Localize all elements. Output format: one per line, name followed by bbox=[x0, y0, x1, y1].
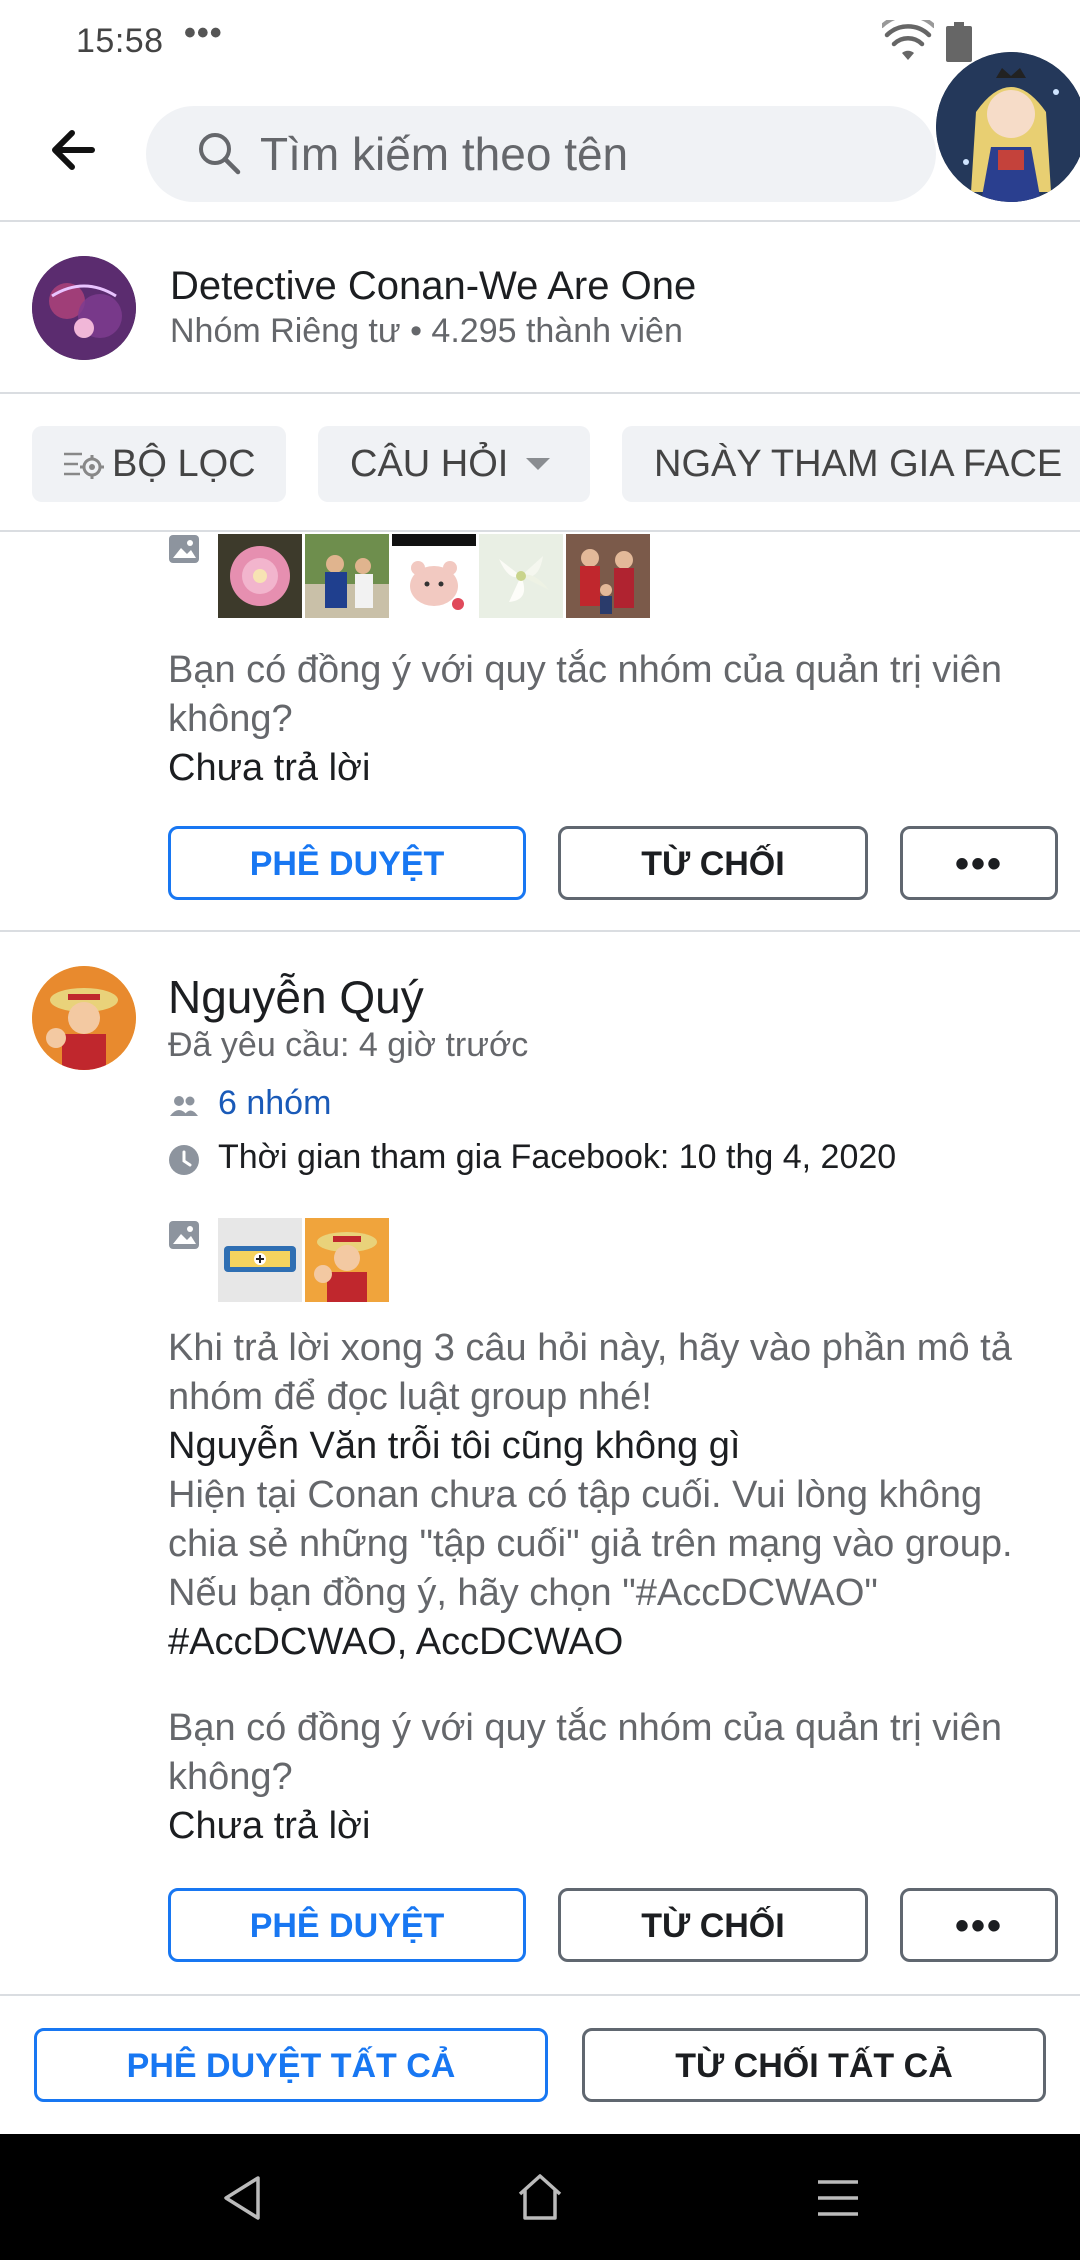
search-input[interactable] bbox=[260, 106, 900, 202]
profile-avatar[interactable] bbox=[936, 52, 1080, 202]
request-answer: #AccDCWAO, AccDCWAO bbox=[168, 1621, 624, 1663]
photo-thumbnail[interactable] bbox=[566, 534, 650, 618]
joined-facebook-date: Thời gian tham gia Facebook: 10 thg 4, 2… bbox=[218, 1138, 897, 1176]
photo-thumbnail[interactable] bbox=[218, 534, 302, 618]
photo-thumbnail[interactable] bbox=[392, 534, 476, 618]
filter-settings-icon bbox=[64, 452, 104, 479]
approve-all-button[interactable]: PHÊ DUYỆT TẤT CẢ bbox=[34, 2028, 548, 2102]
decline-button[interactable]: TỪ CHỐI bbox=[558, 826, 868, 900]
request-answer: Chưa trả lời bbox=[168, 747, 371, 789]
more-options-button[interactable]: ••• bbox=[900, 1888, 1058, 1962]
request-card: Nguyễn Quý Đã yêu cầu: 4 giờ trước 6 nhó… bbox=[0, 934, 1080, 1994]
photo-thumbnail[interactable] bbox=[479, 534, 563, 618]
search-bar[interactable] bbox=[146, 106, 936, 202]
decline-all-button[interactable]: TỪ CHỐI TẤT CẢ bbox=[582, 2028, 1046, 2102]
request-question: Khi trả lời xong 3 câu hỏi này, hãy vào … bbox=[168, 1327, 1012, 1418]
nav-menu-icon[interactable] bbox=[816, 2178, 860, 2218]
groups-count-link[interactable]: 6 nhóm bbox=[218, 1084, 331, 1123]
request-card: Bạn có đồng ý với quy tắc nhóm của quản … bbox=[0, 534, 1080, 932]
system-navigation-bar bbox=[0, 2134, 1080, 2260]
arrow-left-icon[interactable] bbox=[44, 120, 104, 180]
group-avatar bbox=[32, 256, 136, 360]
filter-bar: BỘ LỌC CÂU HỎI NGÀY THAM GIA FACE bbox=[0, 396, 1080, 532]
status-bar: 15:58 ••• bbox=[0, 0, 1080, 90]
member-name[interactable]: Nguyễn Quý bbox=[168, 970, 424, 1024]
request-question: Hiện tại Conan chưa có tập cuối. Vui lòn… bbox=[168, 1474, 1013, 1614]
joined-date-chip[interactable]: NGÀY THAM GIA FACE bbox=[622, 426, 1080, 502]
photo-thumbnail[interactable] bbox=[305, 534, 389, 618]
bulk-actions-bar: PHÊ DUYỆT TẤT CẢ TỪ CHỐI TẤT CẢ bbox=[0, 1994, 1080, 2134]
joined-date-chip-label: NGÀY THAM GIA FACE bbox=[654, 443, 1063, 485]
more-options-button[interactable]: ••• bbox=[900, 826, 1058, 900]
request-question: Bạn có đồng ý với quy tắc nhóm của quản … bbox=[168, 1707, 1002, 1798]
questions-chip[interactable]: CÂU HỎI bbox=[318, 426, 590, 502]
search-icon bbox=[199, 133, 241, 175]
status-time: 15:58 bbox=[76, 22, 164, 60]
request-time: Đã yêu cầu: 4 giờ trước bbox=[168, 1026, 529, 1064]
photo-icon bbox=[169, 1221, 199, 1249]
nav-back-icon[interactable] bbox=[220, 2174, 264, 2222]
approve-button[interactable]: PHÊ DUYỆT bbox=[168, 1888, 526, 1962]
group-name: Detective Conan-We Are One bbox=[170, 264, 697, 308]
caret-down-icon bbox=[526, 458, 550, 470]
nav-home-icon[interactable] bbox=[516, 2172, 564, 2222]
member-avatar[interactable] bbox=[32, 966, 136, 1070]
request-answer: Chưa trả lời bbox=[168, 1805, 371, 1847]
search-header bbox=[0, 90, 1080, 222]
photo-thumbnail[interactable] bbox=[305, 1218, 389, 1302]
filter-chip-label: BỘ LỌC bbox=[112, 443, 256, 485]
member-requests-list[interactable]: Bạn có đồng ý với quy tắc nhóm của quản … bbox=[0, 534, 1080, 1994]
request-answer: Nguyễn Văn trỗi tôi cũng không gì bbox=[168, 1425, 741, 1467]
people-icon bbox=[170, 1096, 198, 1116]
wifi-icon bbox=[882, 20, 934, 60]
photo-thumbnail[interactable] bbox=[218, 1218, 302, 1302]
decline-button[interactable]: TỪ CHỐI bbox=[558, 1888, 868, 1962]
group-meta: Nhóm Riêng tư • 4.295 thành viên bbox=[170, 312, 683, 350]
clock-icon bbox=[169, 1145, 199, 1175]
group-info[interactable]: Detective Conan-We Are One Nhóm Riêng tư… bbox=[0, 224, 1080, 394]
questions-chip-label: CÂU HỎI bbox=[350, 443, 509, 485]
filter-chip[interactable]: BỘ LỌC bbox=[32, 426, 286, 502]
photo-icon bbox=[169, 535, 199, 563]
status-notification-dots: ••• bbox=[184, 14, 223, 52]
request-question: Bạn có đồng ý với quy tắc nhóm của quản … bbox=[168, 649, 1002, 740]
battery-icon bbox=[946, 22, 972, 62]
approve-button[interactable]: PHÊ DUYỆT bbox=[168, 826, 526, 900]
